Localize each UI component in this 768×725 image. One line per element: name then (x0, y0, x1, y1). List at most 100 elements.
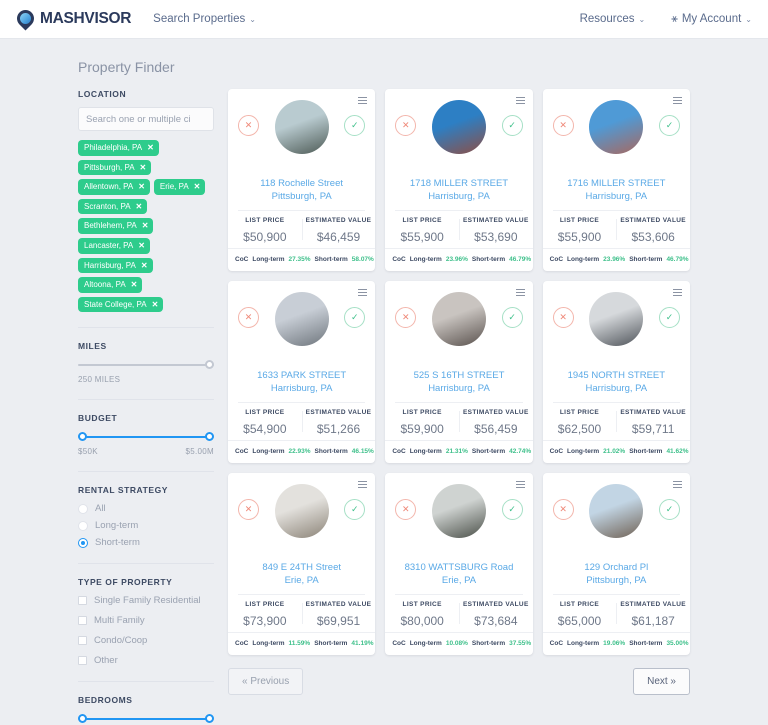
property-thumbnail[interactable] (431, 292, 486, 346)
checkbox-icon[interactable] (78, 636, 87, 646)
rental-strategy-option[interactable]: Short-term (78, 537, 214, 548)
reject-property-button[interactable]: ✕ (238, 115, 259, 136)
property-city[interactable]: Harrisburg, PA (391, 382, 526, 395)
bedrooms-slider[interactable] (78, 713, 214, 725)
property-address-block[interactable]: 525 S 16TH STREET Harrisburg, PA (385, 363, 532, 395)
property-card[interactable]: ✕ ✓ 1945 NORTH STREET Harrisburg, PA LIST PR… (542, 281, 690, 463)
chip-remove-icon[interactable]: ✕ (142, 221, 149, 231)
rental-strategy-option[interactable]: Long-term (78, 520, 214, 531)
next-page-button[interactable]: Next » (633, 668, 690, 695)
location-chip[interactable]: Scranton, PA ✕ (78, 198, 148, 215)
location-chip[interactable]: Philadelphia, PA ✕ (78, 140, 159, 156)
reject-property-button[interactable]: ✕ (395, 115, 417, 136)
location-chip[interactable]: Pittsburgh, PA ✕ (78, 159, 152, 176)
accept-property-button[interactable]: ✓ (501, 499, 523, 520)
card-menu-icon[interactable] (672, 97, 682, 106)
property-city[interactable]: Erie, PA (234, 574, 369, 587)
accept-property-button[interactable]: ✓ (501, 115, 523, 136)
property-city[interactable]: Pittsburgh, PA (549, 574, 684, 587)
property-street[interactable]: 1945 NORTH STREET (549, 369, 684, 382)
reject-property-button[interactable]: ✕ (238, 499, 259, 520)
location-chip[interactable]: Bethlehem, PA ✕ (78, 218, 154, 234)
location-chip[interactable]: Erie, PA ✕ (153, 179, 206, 195)
type-of-property-option[interactable]: Condo/Coop (78, 635, 214, 646)
property-address-block[interactable]: 1633 PARK STREET Harrisburg, PA (228, 363, 375, 395)
property-card[interactable]: ✕ ✓ 525 S 16TH STREET Harrisburg, PA LIST PR… (385, 281, 533, 463)
budget-slider-handle-max[interactable] (205, 432, 214, 442)
property-street[interactable]: 118 Rochelle Street (234, 177, 369, 190)
property-thumbnail[interactable] (589, 100, 644, 154)
card-menu-icon[interactable] (672, 481, 682, 490)
location-search-input[interactable] (78, 107, 214, 131)
checkbox-icon[interactable] (78, 596, 87, 606)
property-street[interactable]: 8310 WATTSBURG Road (391, 561, 526, 574)
reject-property-button[interactable]: ✕ (552, 499, 574, 520)
card-menu-icon[interactable] (358, 289, 368, 298)
accept-property-button[interactable]: ✓ (658, 115, 680, 136)
property-address-block[interactable]: 8310 WATTSBURG Road Erie, PA (385, 555, 532, 587)
card-menu-icon[interactable] (515, 289, 525, 298)
property-thumbnail[interactable] (274, 292, 329, 346)
property-address-block[interactable]: 1945 NORTH STREET Harrisburg, PA (543, 363, 690, 395)
property-street[interactable]: 525 S 16TH STREET (391, 369, 526, 382)
type-of-property-option[interactable]: Other (78, 655, 214, 666)
accept-property-button[interactable]: ✓ (344, 499, 366, 520)
reject-property-button[interactable]: ✕ (552, 115, 574, 136)
brand-logo[interactable]: MASHVISOR (13, 5, 131, 31)
location-chip[interactable]: Allentown, PA ✕ (78, 179, 150, 195)
property-city[interactable]: Pittsburgh, PA (234, 190, 369, 203)
reject-property-button[interactable]: ✕ (552, 307, 574, 328)
card-menu-icon[interactable] (515, 97, 525, 106)
bedrooms-slider-handle-min[interactable] (78, 714, 87, 724)
property-card[interactable]: ✕ ✓ 1718 MILLER STREET Harrisburg, PA LIST P… (385, 89, 533, 271)
property-street[interactable]: 1716 MILLER STREET (549, 177, 684, 190)
chip-remove-icon[interactable]: ✕ (147, 143, 154, 153)
property-address-block[interactable]: 118 Rochelle Street Pittsburgh, PA (228, 171, 375, 203)
property-thumbnail[interactable] (274, 484, 329, 538)
property-card[interactable]: ✕ ✓ 849 E 24TH Street Erie, PA LIST PRICE $73… (228, 473, 376, 655)
checkbox-icon[interactable] (78, 616, 87, 626)
property-street[interactable]: 1718 MILLER STREET (391, 177, 526, 190)
property-thumbnail[interactable] (274, 100, 329, 154)
type-of-property-option[interactable]: Single Family Residential (78, 595, 214, 606)
accept-property-button[interactable]: ✓ (658, 307, 680, 328)
location-chip[interactable]: Altoona, PA ✕ (78, 277, 143, 293)
property-city[interactable]: Harrisburg, PA (234, 382, 369, 395)
card-menu-icon[interactable] (358, 97, 368, 106)
bedrooms-slider-handle-max[interactable] (205, 714, 214, 724)
property-street[interactable]: 129 Orchard Pl (549, 561, 684, 574)
chip-remove-icon[interactable]: ✕ (138, 241, 145, 251)
property-city[interactable]: Erie, PA (391, 574, 526, 587)
radio-icon[interactable] (78, 537, 88, 548)
nav-resources[interactable]: Resources ⌄ (580, 13, 646, 25)
radio-icon[interactable] (78, 503, 88, 514)
card-menu-icon[interactable] (358, 481, 368, 490)
checkbox-icon[interactable] (78, 656, 87, 666)
location-chip[interactable]: State College, PA ✕ (78, 296, 164, 313)
chip-remove-icon[interactable]: ✕ (136, 202, 143, 212)
previous-page-button[interactable]: « Previous (228, 668, 304, 695)
chip-remove-icon[interactable]: ✕ (138, 182, 145, 192)
accept-property-button[interactable]: ✓ (658, 499, 680, 520)
chip-remove-icon[interactable]: ✕ (140, 163, 147, 173)
property-thumbnail[interactable] (589, 292, 644, 346)
property-thumbnail[interactable] (431, 100, 486, 154)
property-card[interactable]: ✕ ✓ 129 Orchard Pl Pittsburgh, PA LIST PRICE… (542, 473, 690, 655)
chip-remove-icon[interactable]: ✕ (152, 300, 159, 310)
property-city[interactable]: Harrisburg, PA (549, 190, 684, 203)
property-address-block[interactable]: 1718 MILLER STREET Harrisburg, PA (385, 171, 532, 203)
property-thumbnail[interactable] (589, 484, 644, 538)
nav-my-account[interactable]: ⚹ My Account ⌄ (671, 13, 752, 26)
property-card[interactable]: ✕ ✓ 118 Rochelle Street Pittsburgh, PA LIST … (228, 89, 376, 271)
chip-remove-icon[interactable]: ✕ (194, 182, 201, 192)
reject-property-button[interactable]: ✕ (238, 307, 259, 328)
accept-property-button[interactable]: ✓ (501, 307, 523, 328)
location-chip[interactable]: Lancaster, PA ✕ (78, 237, 150, 254)
miles-slider-handle[interactable] (205, 360, 214, 370)
type-of-property-option[interactable]: Multi Family (78, 615, 214, 626)
property-card[interactable]: ✕ ✓ 8310 WATTSBURG Road Erie, PA LIST PRICE $… (385, 473, 533, 655)
property-card[interactable]: ✕ ✓ 1633 PARK STREET Harrisburg, PA LIST PRI… (228, 281, 376, 463)
chip-remove-icon[interactable]: ✕ (131, 280, 138, 290)
property-card[interactable]: ✕ ✓ 1716 MILLER STREET Harrisburg, PA LIST P… (542, 89, 690, 271)
property-street[interactable]: 1633 PARK STREET (234, 369, 369, 382)
